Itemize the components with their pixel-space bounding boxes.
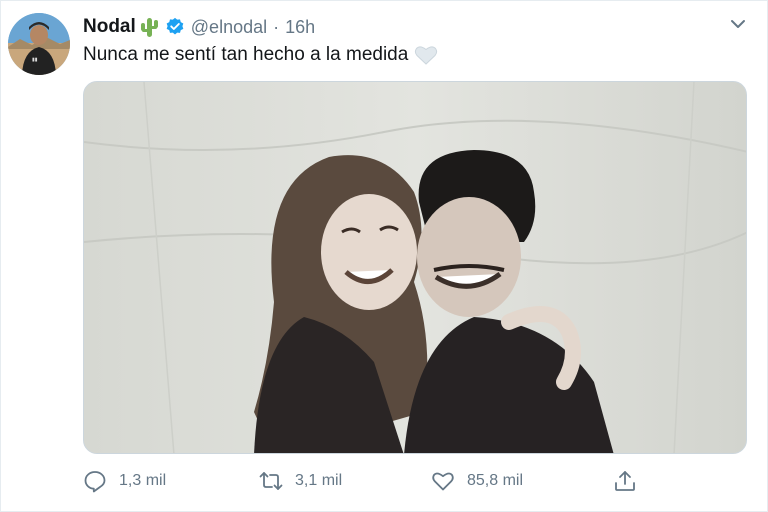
share-button[interactable]: [613, 467, 637, 495]
tweet-text: Nunca me sentí tan hecho a la medida: [83, 44, 438, 66]
verified-badge-icon: [166, 17, 184, 35]
chevron-down-icon[interactable]: [729, 15, 747, 33]
separator-dot: ·: [273, 16, 280, 37]
tweet-card[interactable]: ▮▮ Nodal @elnodal · 16h Nunca me sentí t…: [0, 0, 768, 512]
photo-couple: [84, 82, 746, 453]
retweet-icon: [259, 472, 283, 490]
tweet-text-content: Nunca me sentí tan hecho a la medida: [83, 44, 409, 65]
author-handle[interactable]: @elnodal: [191, 17, 267, 38]
reply-icon: [84, 471, 106, 493]
reply-count: 1,3 mil: [119, 472, 167, 489]
reply-button[interactable]: 1,3 mil: [83, 467, 166, 495]
tweet-actions: 1,3 mil 3,1 mil 85,8 mil: [83, 467, 643, 495]
like-button[interactable]: 85,8 mil: [431, 467, 523, 495]
avatar[interactable]: ▮▮: [8, 13, 70, 75]
svg-text:▮▮: ▮▮: [32, 57, 38, 63]
cactus-icon: [140, 18, 158, 37]
tweet-timestamp[interactable]: 16h: [285, 17, 315, 38]
retweet-button[interactable]: 3,1 mil: [259, 467, 342, 495]
tweet-photo[interactable]: [83, 81, 747, 454]
white-heart-icon: [415, 46, 438, 65]
like-count: 85,8 mil: [467, 472, 524, 489]
retweet-count: 3,1 mil: [295, 472, 343, 489]
heart-icon: [432, 472, 454, 491]
tweet-header: Nodal @elnodal · 16h: [83, 14, 315, 40]
author-name[interactable]: Nodal: [83, 16, 136, 38]
share-icon: [615, 471, 635, 491]
